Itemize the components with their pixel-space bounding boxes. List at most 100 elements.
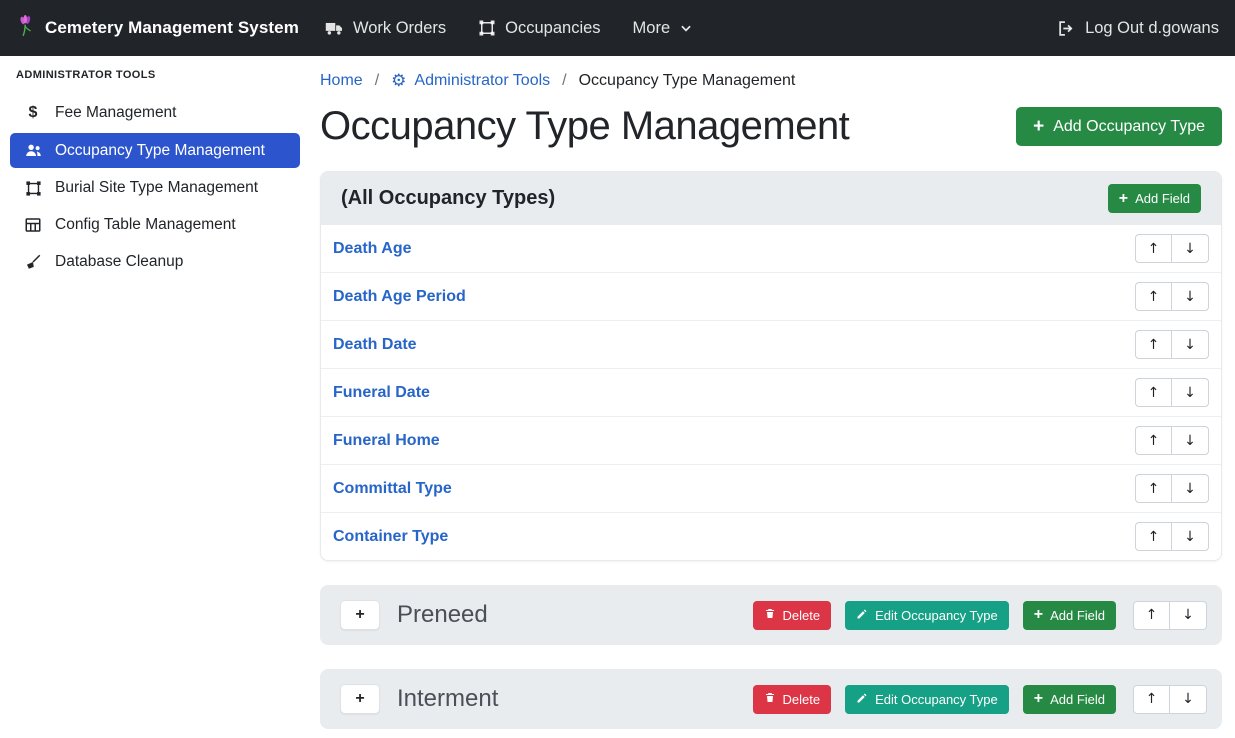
move-down-button[interactable]: ↓ (1172, 330, 1209, 359)
field-link[interactable]: Death Age Period (333, 288, 466, 306)
reorder-button-group: ↑ ↓ (1133, 601, 1207, 630)
all-occupancy-types-card: (All Occupancy Types) + Add Field Death … (320, 171, 1222, 561)
nav-more[interactable]: More (633, 19, 694, 38)
type-section-preneed: + Preneed Delete (320, 585, 1222, 645)
arrow-down-icon: ↓ (1184, 290, 1196, 304)
sidebar-item-label: Database Cleanup (55, 253, 183, 271)
arrow-up-icon: ↑ (1148, 338, 1160, 352)
nav-work-orders-label: Work Orders (353, 19, 446, 38)
move-up-button[interactable]: ↑ (1135, 330, 1172, 359)
arrow-down-icon: ↓ (1184, 434, 1196, 448)
expand-button[interactable]: + (340, 600, 380, 630)
breadcrumb-current: Occupancy Type Management (579, 72, 796, 90)
plus-icon: + (1033, 117, 1044, 136)
arrow-down-icon: ↓ (1182, 608, 1194, 622)
field-link[interactable]: Funeral Date (333, 384, 430, 402)
field-link[interactable]: Funeral Home (333, 432, 440, 450)
delete-label: Delete (783, 692, 821, 707)
field-row: Death Age ↑ ↓ (321, 225, 1221, 272)
plus-icon: + (1034, 691, 1043, 707)
edit-occupancy-type-button[interactable]: Edit Occupancy Type (845, 685, 1009, 714)
move-down-button[interactable]: ↓ (1172, 282, 1209, 311)
arrow-down-icon: ↓ (1184, 482, 1196, 496)
sidebar: Administrator Tools $ Fee Management Occ… (0, 56, 310, 738)
brand-link[interactable]: Cemetery Management System (16, 13, 299, 43)
nav-work-orders[interactable]: Work Orders (325, 19, 446, 38)
brand-text: Cemetery Management System (45, 18, 299, 38)
dollar-icon: $ (22, 104, 44, 122)
move-down-button[interactable]: ↓ (1170, 601, 1207, 630)
move-up-button[interactable]: ↑ (1135, 522, 1172, 551)
vector-square-icon (478, 19, 496, 37)
sidebar-item-label: Config Table Management (55, 216, 236, 234)
expand-button[interactable]: + (340, 684, 380, 714)
edit-occupancy-type-button[interactable]: Edit Occupancy Type (845, 601, 1009, 630)
truck-icon (325, 19, 344, 38)
add-field-button[interactable]: + Add Field (1023, 601, 1116, 630)
field-link[interactable]: Death Date (333, 336, 417, 354)
reorder-button-group: ↑ ↓ (1135, 282, 1209, 311)
move-down-button[interactable]: ↓ (1172, 426, 1209, 455)
sidebar-item-config-table-management[interactable]: Config Table Management (10, 208, 300, 242)
delete-button[interactable]: Delete (753, 685, 832, 714)
arrow-up-icon: ↑ (1148, 242, 1160, 256)
move-up-button[interactable]: ↑ (1133, 601, 1170, 630)
sidebar-item-occupancy-type-management[interactable]: Occupancy Type Management (10, 133, 300, 168)
pencil-icon (856, 608, 868, 623)
field-row: Death Date ↑ ↓ (321, 320, 1221, 368)
arrow-down-icon: ↓ (1184, 242, 1196, 256)
arrow-up-icon: ↑ (1148, 290, 1160, 304)
field-link[interactable]: Container Type (333, 528, 448, 546)
add-occupancy-type-button[interactable]: + Add Occupancy Type (1016, 107, 1222, 146)
move-up-button[interactable]: ↑ (1135, 378, 1172, 407)
move-down-button[interactable]: ↓ (1172, 234, 1209, 263)
move-up-button[interactable]: ↑ (1135, 282, 1172, 311)
delete-label: Delete (783, 608, 821, 623)
add-field-button[interactable]: + Add Field (1023, 685, 1116, 714)
add-field-button[interactable]: + Add Field (1108, 184, 1201, 213)
breadcrumb-admin-tools[interactable]: ⚙ Administrator Tools (391, 72, 550, 90)
move-up-button[interactable]: ↑ (1135, 426, 1172, 455)
reorder-button-group: ↑ ↓ (1135, 474, 1209, 503)
sidebar-item-burial-site-type-management[interactable]: Burial Site Type Management (10, 171, 300, 205)
sidebar-item-label: Occupancy Type Management (55, 142, 265, 160)
plus-icon: + (1034, 607, 1043, 623)
sidebar-item-fee-management[interactable]: $ Fee Management (10, 96, 300, 130)
breadcrumb-admin-tools-label: Administrator Tools (414, 72, 550, 90)
move-up-button[interactable]: ↑ (1135, 234, 1172, 263)
breadcrumb-home[interactable]: Home (320, 72, 363, 90)
sidebar-item-label: Fee Management (55, 104, 177, 122)
field-row: Committal Type ↑ ↓ (321, 464, 1221, 512)
broom-icon (22, 253, 44, 271)
add-occupancy-type-label: Add Occupancy Type (1053, 118, 1205, 136)
move-up-button[interactable]: ↑ (1133, 685, 1170, 714)
move-down-button[interactable]: ↓ (1172, 522, 1209, 551)
field-link[interactable]: Death Age (333, 240, 412, 258)
move-up-button[interactable]: ↑ (1135, 474, 1172, 503)
nav-occupancies-label: Occupancies (505, 19, 600, 38)
breadcrumb-separator: / (363, 72, 391, 90)
gear-icon: ⚙ (391, 73, 406, 90)
edit-occupancy-type-label: Edit Occupancy Type (875, 692, 998, 707)
main-content: Home / ⚙ Administrator Tools / Occupancy… (310, 56, 1235, 738)
logout-link[interactable]: Log Out d.gowans (1057, 19, 1219, 38)
field-row: Funeral Home ↑ ↓ (321, 416, 1221, 464)
sidebar-item-database-cleanup[interactable]: Database Cleanup (10, 245, 300, 279)
section-name: Preneed (397, 601, 736, 629)
arrow-up-icon: ↑ (1148, 482, 1160, 496)
plus-icon: + (1119, 191, 1128, 207)
move-down-button[interactable]: ↓ (1172, 378, 1209, 407)
logout-icon (1057, 19, 1076, 38)
chevron-down-icon (679, 21, 693, 35)
reorder-button-group: ↑ ↓ (1135, 234, 1209, 263)
move-down-button[interactable]: ↓ (1170, 685, 1207, 714)
delete-button[interactable]: Delete (753, 601, 832, 630)
move-down-button[interactable]: ↓ (1172, 474, 1209, 503)
nav-occupancies[interactable]: Occupancies (478, 19, 600, 38)
field-row: Funeral Date ↑ ↓ (321, 368, 1221, 416)
reorder-button-group: ↑ ↓ (1133, 685, 1207, 714)
section-actions: Delete Edit Occupancy Type + Add Field (753, 601, 1207, 630)
arrow-down-icon: ↓ (1184, 530, 1196, 544)
field-link[interactable]: Committal Type (333, 480, 452, 498)
title-row: Occupancy Type Management + Add Occupanc… (320, 104, 1222, 149)
